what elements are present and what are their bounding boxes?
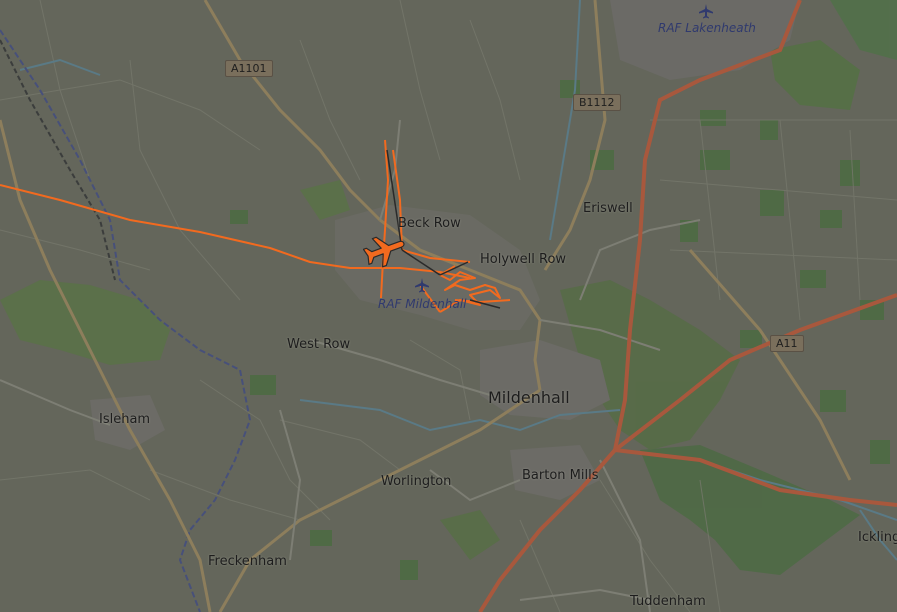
road-shield-a11: A11 xyxy=(770,335,804,352)
place-label-barton-mills: Barton Mills xyxy=(522,468,599,483)
place-label-isleham: Isleham xyxy=(99,412,151,427)
place-label-mildenhall: Mildenhall xyxy=(488,388,570,407)
road-shield-a1101: A1101 xyxy=(225,60,273,77)
airplane-icon[interactable] xyxy=(363,230,407,270)
place-label-worlington: Worlington xyxy=(381,474,452,489)
place-label-west-row: West Row xyxy=(287,337,351,352)
place-label-eriswell: Eriswell xyxy=(583,201,633,216)
place-label-freckenham: Freckenham xyxy=(208,554,287,569)
airport-label-raf-mildenhall[interactable]: RAF Mildenhall xyxy=(378,297,467,311)
place-label-tuddenham: Tuddenham xyxy=(630,594,706,609)
airplane-icon xyxy=(699,4,713,19)
road-shield-b1112: B1112 xyxy=(573,94,621,111)
place-label-beck-row: Beck Row xyxy=(398,216,461,231)
place-label-holywell-row: Holywell Row xyxy=(480,252,567,267)
map-view[interactable]: A1101 B1112 A11 RAF Lakenheath RAF Milde… xyxy=(0,0,897,612)
place-label-icklingham: Ickling xyxy=(858,530,897,545)
airport-label-raf-lakenheath[interactable]: RAF Lakenheath xyxy=(658,21,756,35)
airplane-icon xyxy=(415,278,429,293)
